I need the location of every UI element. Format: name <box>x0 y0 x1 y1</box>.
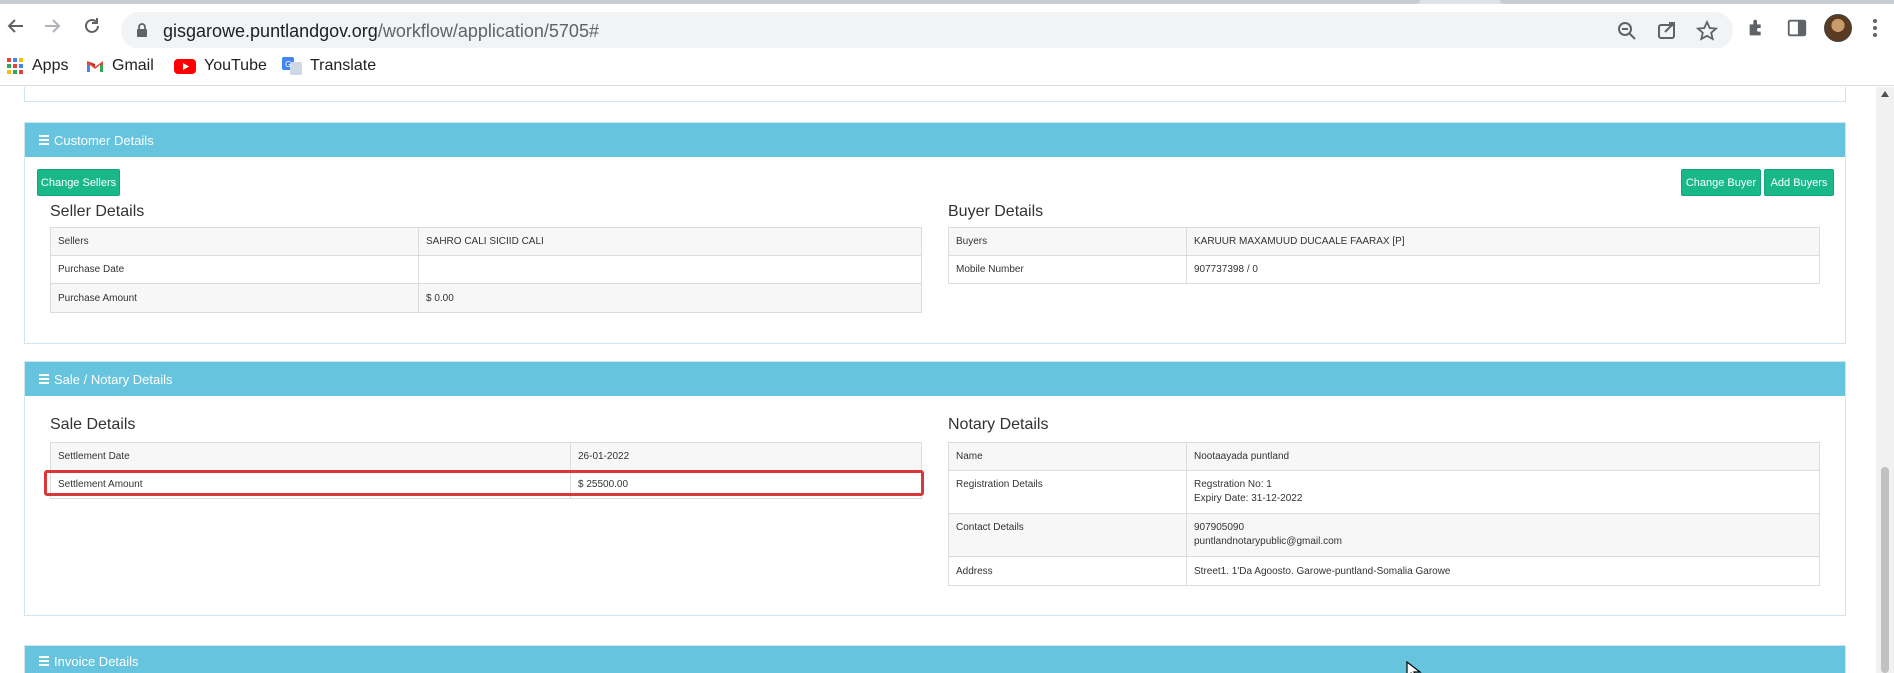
row-value: Nootaayada puntland <box>1186 442 1820 471</box>
panel-title: Invoice Details <box>54 654 139 669</box>
customer-details-header: Customer Details <box>25 123 1845 157</box>
zoom-icon[interactable] <box>1616 20 1638 42</box>
gmail-icon <box>86 57 104 75</box>
bookmark-youtube[interactable]: YouTube <box>174 57 267 75</box>
panel-title: Customer Details <box>54 132 154 148</box>
scrollbar-thumb[interactable] <box>1881 467 1889 673</box>
row-value: $ 0.00 <box>418 283 922 313</box>
table-row: Purchase Amount $ 0.00 <box>50 283 922 313</box>
table-row: Name Nootaayada puntland <box>948 442 1820 471</box>
bookmark-label: YouTube <box>204 57 267 74</box>
row-label: Settlement Date <box>50 442 571 471</box>
forward-button[interactable] <box>36 10 68 42</box>
sale-details-title: Sale Details <box>50 416 136 433</box>
bookmark-star-icon[interactable] <box>1696 20 1718 42</box>
bookmarks-bar: Apps Gmail YouTube G Translate <box>0 48 1894 86</box>
list-icon <box>39 135 49 145</box>
change-buyer-button[interactable]: Change Buyer <box>1681 169 1761 196</box>
table-row: Contact Details 907905090 puntlandnotary… <box>948 513 1820 557</box>
previous-panel-bottom <box>24 87 1846 102</box>
arrow-right-icon <box>45 19 61 33</box>
change-sellers-button[interactable]: Change Sellers <box>37 169 120 196</box>
bookmark-apps[interactable]: Apps <box>6 57 68 75</box>
page-scrollbar[interactable] <box>1876 87 1894 673</box>
browser-menu-icon[interactable] <box>1870 16 1880 40</box>
table-row: Mobile Number 907737398 / 0 <box>948 255 1820 284</box>
table-row: Purchase Date <box>50 255 922 284</box>
row-label: Buyers <box>948 227 1187 256</box>
table-row: Sellers SAHRO CALI SICIID CALI <box>50 227 922 256</box>
row-value: 26-01-2022 <box>570 442 922 471</box>
settlement-amount-highlight <box>44 470 924 496</box>
arrow-left-icon <box>7 19 23 33</box>
row-value: Street1. 1'Da Agoosto. Garowe-puntland-S… <box>1186 556 1820 586</box>
row-value: 907905090 <box>1194 522 1245 533</box>
row-value: 907737398 / 0 <box>1186 255 1820 284</box>
table-row: Address Street1. 1'Da Agoosto. Garowe-pu… <box>948 556 1820 586</box>
buyer-details-table: Buyers KARUUR MAXAMUUD DUCAALE FAARAX [P… <box>948 227 1820 284</box>
page-content: Customer Details Change Sellers Change B… <box>0 87 1876 673</box>
list-icon <box>39 374 49 384</box>
table-row: Settlement Date 26-01-2022 <box>50 442 922 471</box>
bookmark-label: Translate <box>310 57 377 74</box>
row-value: Regstration No: 1 <box>1194 479 1272 490</box>
scroll-up-icon[interactable] <box>1881 91 1889 97</box>
bookmark-translate[interactable]: G Translate <box>282 57 376 75</box>
row-value: SAHRO CALI SICIID CALI <box>418 227 922 256</box>
buyer-details-title: Buyer Details <box>948 203 1044 220</box>
row-label: Name <box>948 442 1187 471</box>
invoice-details-header: Invoice Details <box>25 646 1845 673</box>
side-panel-icon <box>1787 19 1807 37</box>
row-label: Purchase Date <box>50 255 419 284</box>
extensions-button[interactable] <box>1745 16 1769 40</box>
add-buyers-button[interactable]: Add Buyers <box>1764 169 1834 196</box>
url-text: gisgarowe.puntlandgov.org/workflow/appli… <box>163 21 599 42</box>
reload-icon <box>85 18 99 33</box>
youtube-icon <box>174 57 196 75</box>
address-bar[interactable]: gisgarowe.puntlandgov.org/workflow/appli… <box>121 12 1733 49</box>
row-value-line2: puntlandnotarypublic@gmail.com <box>1194 536 1343 547</box>
seller-details-table: Sellers SAHRO CALI SICIID CALI Purchase … <box>50 227 922 313</box>
row-label: Mobile Number <box>948 255 1187 284</box>
bookmark-label: Apps <box>32 57 69 74</box>
seller-details-title: Seller Details <box>50 203 145 220</box>
row-value: KARUUR MAXAMUUD DUCAALE FAARAX [P] <box>1186 227 1820 256</box>
url-path: /workflow/application/5705# <box>377 21 599 41</box>
row-label: Registration Details <box>948 470 1187 514</box>
list-icon <box>39 656 49 666</box>
table-row: Buyers KARUUR MAXAMUUD DUCAALE FAARAX [P… <box>948 227 1820 256</box>
invoice-details-panel: Invoice Details <box>24 645 1846 673</box>
apps-grid-icon <box>6 57 24 75</box>
bookmark-label: Gmail <box>112 57 154 74</box>
side-panel-button[interactable] <box>1785 16 1809 40</box>
row-label: Contact Details <box>948 513 1187 557</box>
profile-avatar[interactable] <box>1824 14 1852 42</box>
row-label: Purchase Amount <box>50 283 419 313</box>
row-value <box>418 255 922 284</box>
row-label: Sellers <box>50 227 419 256</box>
translate-icon: G <box>282 57 302 75</box>
back-button[interactable] <box>0 10 32 42</box>
reload-button[interactable] <box>76 10 108 42</box>
url-host: gisgarowe.puntlandgov.org <box>163 21 378 41</box>
table-row: Registration Details Regstration No: 1 E… <box>948 470 1820 514</box>
share-icon[interactable] <box>1656 20 1678 42</box>
browser-toolbar: gisgarowe.puntlandgov.org/workflow/appli… <box>0 4 1894 49</box>
mouse-cursor-icon <box>1406 661 1422 673</box>
customer-details-panel: Customer Details Change Sellers Change B… <box>24 122 1846 344</box>
sale-notary-header: Sale / Notary Details <box>25 362 1845 396</box>
row-value-line2: Expiry Date: 31-12-2022 <box>1194 493 1303 504</box>
notary-details-table: Name Nootaayada puntland Registration De… <box>948 442 1820 586</box>
row-label: Address <box>948 556 1187 586</box>
notary-details-title: Notary Details <box>948 416 1049 433</box>
panel-title: Sale / Notary Details <box>54 371 173 387</box>
svg-text:G: G <box>285 60 291 69</box>
bookmark-gmail[interactable]: Gmail <box>86 57 154 75</box>
lock-icon <box>137 23 147 37</box>
puzzle-icon <box>1749 19 1761 36</box>
